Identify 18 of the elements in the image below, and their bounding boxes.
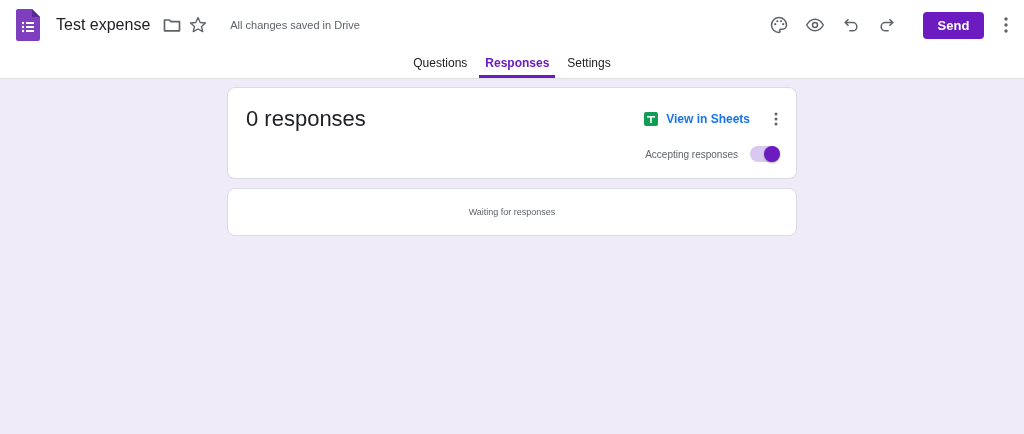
view-in-sheets-link[interactable]: View in Sheets bbox=[666, 112, 750, 126]
spreadsheet-icon[interactable] bbox=[644, 112, 659, 126]
save-status: All changes saved in Drive bbox=[230, 19, 360, 31]
eye-icon[interactable] bbox=[805, 15, 825, 35]
send-button[interactable]: Send bbox=[923, 11, 984, 39]
form-title[interactable]: Test expense bbox=[56, 16, 151, 34]
tab[interactable]: Responses bbox=[479, 50, 556, 78]
tab[interactable]: Questions bbox=[407, 50, 474, 78]
accepting-label: Accepting responses bbox=[645, 148, 738, 160]
waiting-message: Waiting for responses bbox=[468, 207, 556, 217]
more-icon[interactable] bbox=[774, 112, 778, 126]
palette-icon[interactable] bbox=[769, 15, 789, 35]
more-icon[interactable] bbox=[1004, 17, 1008, 33]
star-icon[interactable] bbox=[188, 15, 209, 35]
forms-logo-icon[interactable] bbox=[16, 9, 40, 41]
accepting-toggle[interactable] bbox=[750, 146, 780, 162]
tab[interactable]: Settings bbox=[561, 50, 617, 78]
response-count: 0 responses bbox=[246, 106, 367, 132]
